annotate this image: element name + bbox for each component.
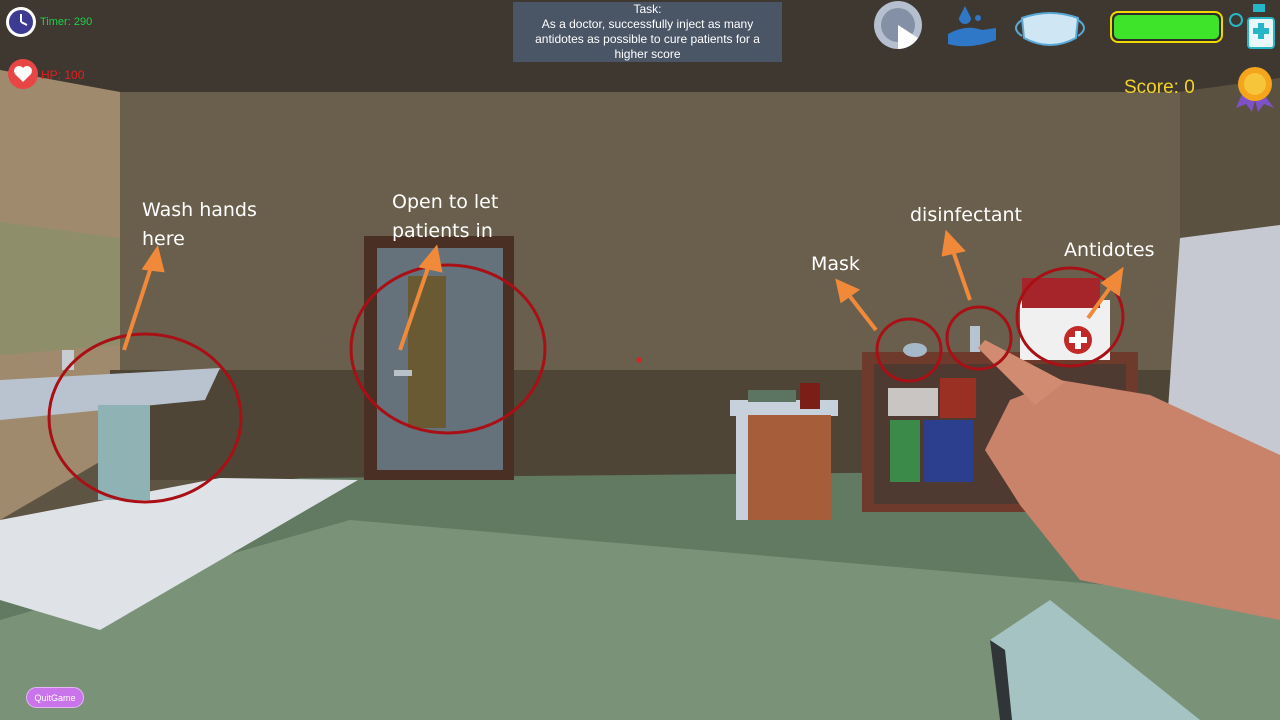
hp-readout: HP: 100: [41, 68, 84, 82]
sink-pedestal: [98, 405, 150, 500]
timer-value: 290: [73, 16, 93, 28]
health-bar-fill: [1114, 15, 1219, 39]
handwash-icon-drop-small: [975, 15, 981, 21]
hp-value: 100: [64, 68, 85, 82]
task-line-2: antidotes as possible to cure patients f…: [535, 32, 760, 46]
wash-hands-label: Wash hands here: [142, 199, 257, 250]
task-line-3: higher score: [614, 47, 681, 61]
score-label: Score:: [1124, 77, 1179, 98]
door-handle: [394, 370, 412, 376]
timer-label: Timer:: [40, 16, 71, 28]
disinfectant-label: disinfectant: [910, 204, 1022, 226]
crosshair: [636, 357, 642, 363]
timer-readout: Timer: 290: [40, 16, 92, 28]
score-value: 0: [1184, 77, 1195, 98]
nightstand-side: [736, 415, 748, 520]
open-door-label: Open to let patients in: [392, 191, 499, 242]
books-stack: [748, 390, 796, 402]
medal-icon-center: [1244, 73, 1266, 95]
binder-blue: [924, 420, 974, 482]
task-heading: Task:: [633, 2, 662, 16]
antidotes-label: Antidotes: [1064, 239, 1155, 261]
health-bar: [1110, 11, 1223, 43]
wall-mirror: [0, 222, 120, 355]
nightstand-body: [736, 415, 831, 520]
mask-icon: [1020, 12, 1080, 46]
storage-box: [888, 388, 938, 416]
door-window: [408, 276, 446, 428]
mask-label: Mask: [811, 253, 860, 275]
binder-green: [890, 420, 920, 482]
task-line-1: As a doctor, successfully inject as many: [541, 17, 754, 31]
clinic-room-scene: [0, 0, 1280, 720]
mask-item: [903, 343, 927, 357]
score-readout: Score: 0: [1124, 77, 1195, 99]
nightstand-top: [730, 400, 838, 416]
sanitizer-icon-pump: [1253, 4, 1265, 12]
quit-game-button[interactable]: QuitGame: [26, 687, 84, 708]
hp-label: HP:: [41, 68, 62, 82]
red-folders: [940, 378, 976, 418]
first-aid-cross-h: [1069, 337, 1087, 343]
red-jar: [800, 383, 820, 409]
task-panel: Task: As a doctor, successfully inject a…: [513, 2, 782, 62]
